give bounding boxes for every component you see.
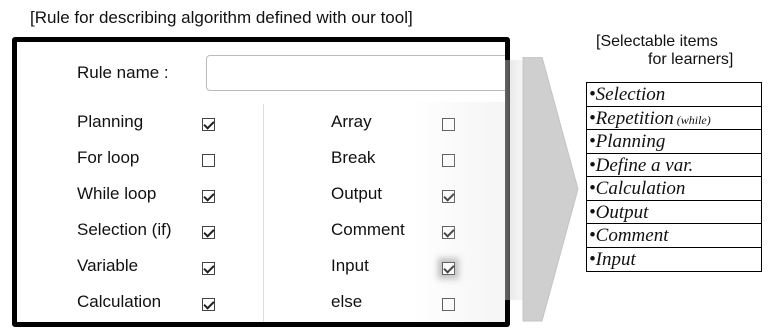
option-label-selection: Selection (if) bbox=[77, 220, 172, 239]
option-label-comment: Comment bbox=[331, 220, 405, 239]
planning-checkbox[interactable] bbox=[202, 118, 215, 131]
list-item-output: •Output bbox=[587, 201, 761, 224]
input-checkbox[interactable] bbox=[442, 262, 455, 275]
option-label-array: Array bbox=[331, 112, 372, 131]
option-label-else: else bbox=[331, 292, 363, 311]
array-checkbox[interactable] bbox=[442, 118, 455, 131]
option-label-break: Break bbox=[331, 148, 376, 167]
repetition-note: (while) bbox=[673, 112, 711, 127]
option-label-planning: Planning bbox=[77, 112, 144, 131]
variable-checkbox[interactable] bbox=[202, 262, 215, 275]
option-label-variable: Variable bbox=[77, 256, 139, 275]
rule-name-label: Rule name : bbox=[77, 63, 169, 82]
option-label-input: Input bbox=[331, 256, 369, 275]
list-item-planning: •Planning bbox=[587, 130, 761, 154]
rule-definition-panel: Rule name : Planning For loop While loop… bbox=[12, 37, 510, 327]
column-divider bbox=[263, 104, 264, 322]
calculation-checkbox[interactable] bbox=[202, 298, 215, 311]
option-label-for-loop: For loop bbox=[77, 148, 140, 167]
selection-checkbox[interactable] bbox=[202, 226, 215, 239]
fade-overlay bbox=[412, 102, 505, 322]
while-loop-checkbox[interactable] bbox=[202, 190, 215, 203]
for-loop-checkbox[interactable] bbox=[202, 154, 215, 167]
list-item-define-var: •Define a var. bbox=[587, 154, 761, 177]
list-item-selection: •Selection bbox=[587, 83, 761, 107]
else-checkbox[interactable] bbox=[442, 298, 455, 311]
list-item-calculation: •Calculation bbox=[587, 177, 761, 201]
break-checkbox[interactable] bbox=[442, 154, 455, 167]
comment-checkbox[interactable] bbox=[442, 226, 455, 239]
list-item-repetition: •Repetition (while) bbox=[587, 107, 761, 130]
right-caption: [Selectable items for learners] bbox=[596, 33, 733, 69]
right-caption-line1: [Selectable items bbox=[596, 33, 718, 50]
rule-name-input[interactable] bbox=[206, 55, 505, 91]
output-checkbox[interactable] bbox=[442, 190, 455, 203]
option-label-while-loop: While loop bbox=[77, 184, 157, 203]
option-label-calculation: Calculation bbox=[77, 292, 162, 311]
list-item-input: •Input bbox=[589, 248, 636, 270]
option-label-output: Output bbox=[331, 184, 383, 203]
right-caption-line2: for learners] bbox=[648, 51, 734, 68]
selectable-items-list: •Selection •Repetition (while) •Planning… bbox=[586, 82, 762, 272]
right-arrow-icon bbox=[522, 57, 579, 322]
left-caption: [Rule for describing algorithm defined w… bbox=[30, 8, 413, 27]
list-item-comment: •Comment bbox=[587, 224, 761, 248]
